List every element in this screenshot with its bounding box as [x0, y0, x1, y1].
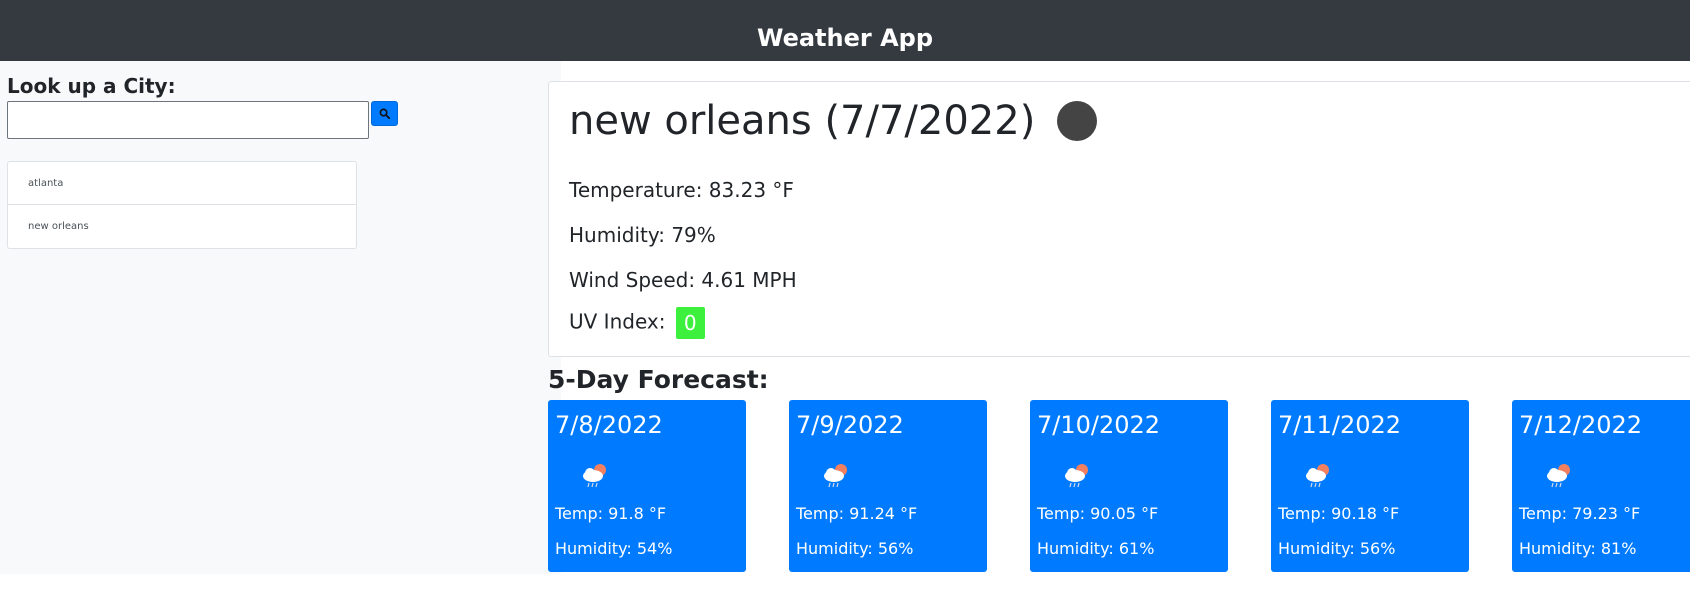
- forecast-card: 7/12/2022 Temp: 79.23 °F Humidity: 81%: [1512, 400, 1690, 572]
- forecast-card: 7/11/2022 Temp: 90.18 °F Humidity: 56%: [1271, 400, 1469, 572]
- forecast-date: 7/8/2022: [555, 411, 663, 439]
- forecast-temp: Temp: 90.18 °F: [1278, 504, 1400, 523]
- forecast-date: 7/11/2022: [1278, 411, 1402, 439]
- lookup-label: Look up a City:: [7, 74, 176, 98]
- history-item-atlanta[interactable]: atlanta: [7, 161, 357, 205]
- forecast-card: 7/10/2022 Temp: 90.05 °F Humidity: 61%: [1030, 400, 1228, 572]
- sidebar: Look up a City: atlanta new orleans: [0, 61, 561, 574]
- current-humidity: Humidity: 79%: [569, 223, 716, 247]
- weather-icon: [1057, 101, 1098, 141]
- uv-index-label: UV Index:: [569, 309, 666, 334]
- forecast-temp: Temp: 91.8 °F: [555, 504, 667, 523]
- cloud-rain-sun-icon: [824, 464, 847, 488]
- current-weather-card: new orleans (7/7/2022) Temperature: 83.2…: [548, 81, 1690, 357]
- search-icon: [379, 108, 390, 119]
- navbar: Weather App: [0, 0, 1690, 61]
- cloud-rain-sun-icon: [583, 464, 606, 488]
- forecast-humidity: Humidity: 61%: [1037, 539, 1155, 558]
- current-wind-speed: Wind Speed: 4.61 MPH: [569, 268, 797, 292]
- forecast-humidity: Humidity: 56%: [796, 539, 914, 558]
- history-item-new-orleans[interactable]: new orleans: [7, 205, 357, 249]
- current-city-title: new orleans (7/7/2022): [569, 98, 1036, 144]
- forecast-humidity: Humidity: 81%: [1519, 539, 1637, 558]
- forecast-humidity: Humidity: 54%: [555, 539, 673, 558]
- history-item-label: atlanta: [28, 177, 64, 189]
- forecast-title: 5-Day Forecast:: [548, 365, 769, 394]
- forecast-temp: Temp: 79.23 °F: [1519, 504, 1641, 523]
- current-temperature: Temperature: 83.23 °F: [569, 178, 794, 202]
- current-uv-index: UV Index: 0: [569, 307, 705, 339]
- city-search-input[interactable]: [7, 101, 369, 139]
- forecast-date: 7/12/2022: [1519, 411, 1643, 439]
- current-city-heading: new orleans (7/7/2022): [569, 98, 1098, 144]
- forecast-card: 7/8/2022 Temp: 91.8 °F Humidity: 54%: [548, 400, 746, 572]
- search-button[interactable]: [371, 101, 398, 126]
- history-item-label: new orleans: [28, 221, 89, 232]
- cloud-rain-sun-icon: [1547, 464, 1570, 488]
- uv-index-badge: 0: [675, 307, 705, 339]
- forecast-date: 7/10/2022: [1037, 411, 1161, 439]
- forecast-temp: Temp: 91.24 °F: [796, 504, 918, 523]
- cloud-rain-sun-icon: [1065, 464, 1088, 488]
- search-history-list: atlanta new orleans: [7, 161, 357, 249]
- forecast-date: 7/9/2022: [796, 411, 904, 439]
- forecast-temp: Temp: 90.05 °F: [1037, 504, 1159, 523]
- cloud-rain-sun-icon: [1306, 464, 1329, 488]
- forecast-card: 7/9/2022 Temp: 91.24 °F Humidity: 56%: [789, 400, 987, 572]
- forecast-humidity: Humidity: 56%: [1278, 539, 1396, 558]
- app-title: Weather App: [756, 23, 934, 52]
